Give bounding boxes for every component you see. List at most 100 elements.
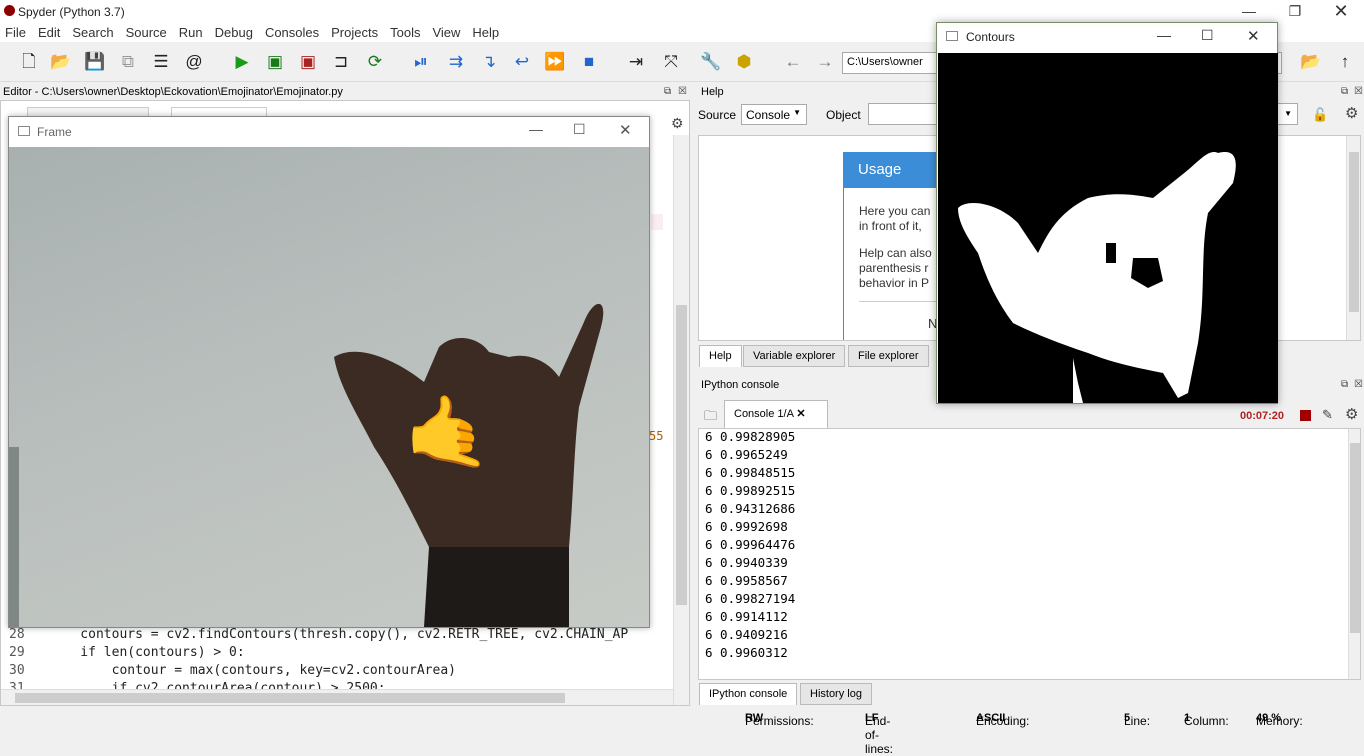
eol-status: End-of-lines: LF: [865, 712, 894, 756]
contours-window[interactable]: Contours — ☐ ✕: [936, 22, 1278, 404]
maximize-button[interactable]: ☐: [573, 121, 586, 138]
tab-history-log[interactable]: History log: [800, 683, 872, 705]
code-line: 29 if len(contours) > 0:: [9, 645, 245, 660]
maximize-button[interactable]: ☐: [1201, 27, 1214, 44]
menu-run[interactable]: Run: [174, 24, 210, 40]
continue-icon[interactable]: ⏩: [543, 51, 567, 75]
tab-help[interactable]: Help: [699, 345, 742, 367]
close-pane-icon[interactable]: ☒: [1354, 86, 1363, 97]
frame-title-bar[interactable]: Frame — ☐ ✕: [9, 117, 649, 147]
step-icon[interactable]: ⇉: [444, 51, 468, 75]
editor-vscroll[interactable]: [673, 135, 689, 705]
forward-icon[interactable]: →: [813, 51, 837, 75]
tab-console[interactable]: Console 1/A ✕: [724, 400, 828, 428]
permissions-status: Permissions: RW: [745, 712, 814, 728]
back-icon[interactable]: ←: [781, 51, 805, 75]
column-status: Column: 1: [1184, 712, 1229, 728]
run-cell-icon[interactable]: ▣: [263, 51, 287, 75]
menu-file[interactable]: File: [0, 24, 33, 40]
open-file-icon[interactable]: 📂: [49, 51, 73, 75]
source-select[interactable]: Console ▼: [741, 104, 807, 125]
contours-image: [938, 53, 1278, 403]
lock-icon[interactable]: 🔓: [1312, 107, 1328, 123]
close-button[interactable]: ✕: [619, 121, 632, 139]
stop-icon[interactable]: [1300, 410, 1311, 421]
memory-status: Memory: 49 %: [1256, 712, 1303, 728]
tab-ipython-console[interactable]: IPython console: [699, 683, 798, 705]
encoding-status: Encoding: ASCII: [976, 712, 1030, 728]
close-pane-icon[interactable]: ☒: [678, 86, 687, 97]
camera-feed-image: 🤙: [9, 147, 649, 627]
menu-view[interactable]: View: [427, 24, 467, 40]
frame-window[interactable]: Frame — ☐ ✕ 🤙: [8, 116, 650, 628]
editor-hscroll[interactable]: [1, 689, 673, 705]
run-selection-icon[interactable]: ⊐: [329, 51, 353, 75]
menu-source[interactable]: Source: [121, 24, 174, 40]
console-output[interactable]: 6 0.99828905 6 0.9965249 6 0.99848515 6 …: [698, 428, 1361, 680]
minimize-button[interactable]: —: [1226, 0, 1272, 24]
code-line: 30 contour = max(contours, key=cv2.conto…: [9, 663, 456, 678]
minimize-button[interactable]: —: [1157, 27, 1171, 43]
status-bar: Permissions: RW End-of-lines: LF Encodin…: [0, 706, 1364, 756]
chevron-down-icon: ▼: [1284, 109, 1292, 118]
menu-tools[interactable]: Tools: [385, 24, 427, 40]
console-line: 6 0.99892515: [705, 483, 796, 498]
code-fragment: 55: [649, 429, 664, 443]
python-path-icon[interactable]: ⬢: [732, 51, 756, 75]
line-highlight: [651, 214, 663, 230]
gear-icon[interactable]: ⚙: [1345, 104, 1358, 122]
console-line: 6 0.9409216: [705, 627, 788, 642]
menu-consoles[interactable]: Consoles: [260, 24, 326, 40]
debug-icon[interactable]: ⏯: [409, 51, 433, 75]
console-line: 6 0.9914112: [705, 609, 788, 624]
console-line: 6 0.99827194: [705, 591, 796, 606]
step-into-icon[interactable]: ↴: [477, 51, 501, 75]
run-cell-advance-icon[interactable]: ▣: [296, 51, 320, 75]
menu-search[interactable]: Search: [67, 24, 120, 40]
stop-debug-icon[interactable]: ■: [577, 51, 601, 75]
close-button[interactable]: ✕: [1318, 0, 1364, 24]
menu-projects[interactable]: Projects: [326, 24, 385, 40]
console-line: 6 0.99848515: [705, 465, 796, 480]
undock-icon[interactable]: ⧉: [664, 86, 671, 97]
eraser-icon[interactable]: ✎: [1322, 407, 1333, 423]
restore-button[interactable]: ❐: [1272, 0, 1318, 24]
code-line: 28 contours = cv2.findContours(thresh.co…: [9, 627, 629, 642]
gear-icon[interactable]: ⚙: [1345, 405, 1358, 423]
close-button[interactable]: ✕: [1247, 27, 1260, 45]
save-icon[interactable]: 💾: [83, 51, 107, 75]
menu-edit[interactable]: Edit: [33, 24, 67, 40]
fullscreen-icon[interactable]: ⤧: [659, 51, 683, 75]
preferences-icon[interactable]: 🔧: [699, 51, 723, 75]
step-return-icon[interactable]: ↩: [510, 51, 534, 75]
call-me-hand-emoji-icon: 🤙: [404, 393, 492, 471]
rerun-icon[interactable]: ⟳: [363, 51, 387, 75]
editor-title: Editor - C:\Users\owner\Desktop\Eckovati…: [3, 86, 343, 98]
tab-file-explorer[interactable]: File explorer: [848, 345, 929, 367]
usage-body: Here you can in front of it, Help can als…: [843, 188, 943, 340]
at-icon[interactable]: @: [182, 51, 206, 75]
minimize-button[interactable]: —: [529, 121, 543, 137]
console-vscroll[interactable]: [1348, 429, 1360, 679]
gear-icon[interactable]: ⚙: [671, 115, 684, 132]
parent-dir-icon[interactable]: ↑: [1333, 51, 1357, 75]
run-icon[interactable]: ▶: [230, 51, 254, 75]
menu-help[interactable]: Help: [467, 24, 506, 40]
folder-icon[interactable]: 🗀: [704, 407, 717, 429]
tab-variable-explorer[interactable]: Variable explorer: [743, 345, 846, 367]
usage-heading: Usage: [843, 152, 943, 188]
window-icon: [18, 126, 30, 136]
new-file-icon[interactable]: 🗋: [17, 51, 41, 75]
console-line: 6 0.9965249: [705, 447, 788, 462]
spyder-icon: [4, 5, 15, 16]
save-all-icon[interactable]: ⧉: [116, 51, 140, 75]
console-line: 6 0.99964476: [705, 537, 796, 552]
undock-icon[interactable]: ⧉: [1341, 379, 1348, 390]
maximize-pane-icon[interactable]: ⇥: [624, 51, 648, 75]
list-icon[interactable]: ☰: [149, 51, 173, 75]
menu-debug[interactable]: Debug: [210, 24, 260, 40]
close-pane-icon[interactable]: ☒: [1354, 379, 1363, 390]
help-vscroll[interactable]: [1346, 136, 1360, 340]
browse-folder-icon[interactable]: 📂: [1299, 51, 1323, 75]
undock-icon[interactable]: ⧉: [1341, 86, 1348, 97]
